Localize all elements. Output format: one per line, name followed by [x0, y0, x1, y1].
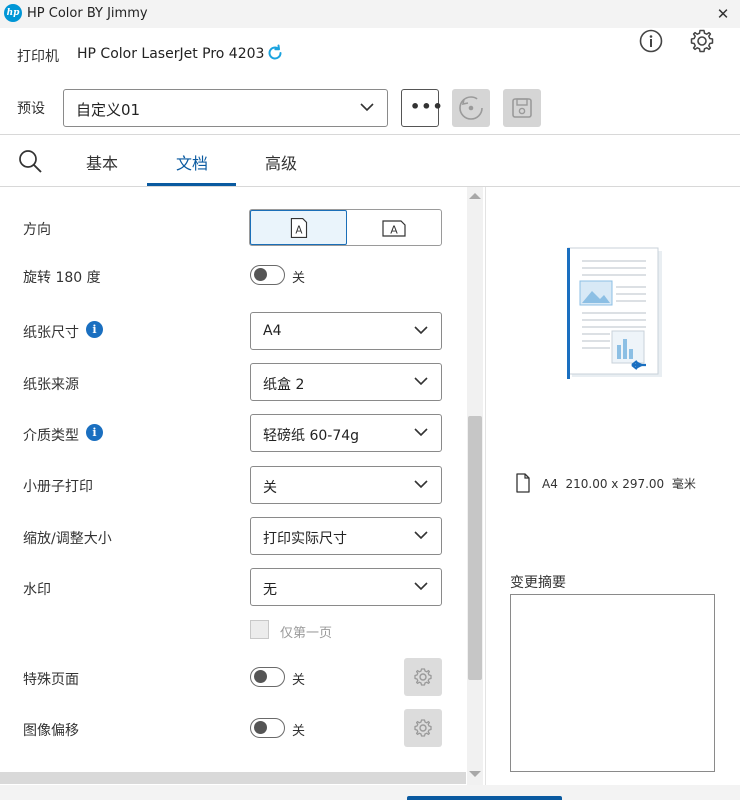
- hp-logo-icon: hp: [4, 4, 22, 22]
- orientation-portrait-button[interactable]: A: [250, 210, 347, 245]
- printer-label: 打印机: [17, 49, 59, 65]
- printer-name: HP Color LaserJet Pro 4203: [77, 46, 265, 62]
- pane-divider: [485, 187, 486, 785]
- chevron-down-icon: [414, 582, 428, 591]
- svg-text:A: A: [295, 225, 302, 237]
- tabs-divider: [0, 186, 740, 187]
- chevron-down-icon: [414, 377, 428, 386]
- paper-size-value: A4: [263, 323, 282, 339]
- paper-size-dimensions: 210.00 x 297.00: [565, 477, 665, 491]
- gear-icon: [414, 668, 432, 686]
- scale-value: 打印实际尺寸: [263, 531, 347, 547]
- watermark-value: 无: [263, 582, 277, 598]
- page-preview-icon: [567, 247, 662, 379]
- scroll-up-arrow-icon[interactable]: [469, 193, 481, 199]
- booklet-value: 关: [263, 480, 277, 496]
- save-icon: [512, 98, 532, 118]
- chevron-down-icon: [414, 531, 428, 540]
- paper-page-icon: [516, 473, 530, 493]
- booklet-dropdown[interactable]: 关: [250, 466, 442, 504]
- image-shift-label: 图像偏移: [23, 723, 79, 739]
- paper-size-unit: 毫米: [671, 477, 696, 491]
- horizontal-scrollbar[interactable]: [0, 772, 466, 784]
- special-pages-label: 特殊页面: [23, 672, 79, 688]
- chevron-down-icon: [414, 326, 428, 335]
- toggle-knob: [254, 721, 267, 734]
- media-type-info-icon[interactable]: i: [86, 424, 103, 441]
- image-shift-state: 关: [292, 724, 306, 739]
- toggle-knob: [254, 268, 267, 281]
- paper-source-dropdown[interactable]: 纸盒 2: [250, 363, 442, 401]
- preset-dropdown[interactable]: 自定义01: [63, 89, 388, 127]
- scroll-down-arrow-icon[interactable]: [469, 771, 481, 777]
- tab-basic[interactable]: 基本: [86, 150, 118, 174]
- save-preset-button[interactable]: [503, 89, 541, 127]
- reset-preset-button[interactable]: [452, 89, 490, 127]
- more-options-button[interactable]: •••: [401, 89, 443, 127]
- more-dots-icon: •••: [410, 97, 444, 116]
- paper-size-info-icon[interactable]: i: [86, 321, 103, 338]
- paper-size-code: A4: [542, 477, 558, 491]
- special-pages-settings-button[interactable]: [404, 658, 442, 696]
- rotate-toggle[interactable]: [250, 265, 285, 285]
- chevron-down-icon: [414, 428, 428, 437]
- header-divider: [0, 134, 740, 135]
- paper-size-dropdown[interactable]: A4: [250, 312, 442, 350]
- rotate-label: 旋转 180 度: [23, 270, 101, 286]
- special-pages-toggle[interactable]: [250, 667, 285, 687]
- search-icon[interactable]: [17, 148, 43, 174]
- paper-source-value: 纸盒 2: [263, 377, 305, 393]
- scrollbar-thumb[interactable]: [468, 416, 482, 680]
- tab-advanced[interactable]: 高级: [265, 150, 297, 174]
- tab-document[interactable]: 文档: [176, 150, 208, 174]
- bottom-bar: [0, 785, 740, 800]
- booklet-label: 小册子打印: [23, 479, 93, 495]
- window-title: HP Color BY Jimmy: [27, 6, 148, 21]
- restore-icon: [459, 96, 483, 120]
- media-type-label: 介质类型: [23, 428, 79, 444]
- chevron-down-icon: [414, 480, 428, 489]
- orientation-landscape-button[interactable]: A: [347, 210, 441, 245]
- settings-gear-icon[interactable]: [689, 28, 715, 54]
- preset-value: 自定义01: [76, 101, 141, 119]
- paper-size-summary: A4 210.00 x 297.00 毫米: [542, 475, 696, 492]
- paper-source-label: 纸张来源: [23, 377, 79, 393]
- rotate-state: 关: [292, 271, 306, 286]
- close-button[interactable]: ✕: [712, 3, 734, 25]
- chevron-down-icon: [360, 103, 374, 112]
- orientation-toggle-group: A A: [249, 209, 442, 246]
- toggle-knob: [254, 670, 267, 683]
- image-shift-settings-button[interactable]: [404, 709, 442, 747]
- title-bar: hp HP Color BY Jimmy ✕: [0, 0, 740, 28]
- special-pages-state: 关: [292, 673, 306, 688]
- primary-button-edge[interactable]: [407, 796, 562, 800]
- first-page-only-label: 仅第一页: [280, 626, 333, 641]
- change-summary-box: [510, 594, 715, 772]
- media-type-value: 轻磅纸 60-74g: [263, 428, 360, 444]
- svg-text:A: A: [390, 224, 398, 237]
- image-shift-toggle[interactable]: [250, 718, 285, 738]
- scale-dropdown[interactable]: 打印实际尺寸: [250, 517, 442, 555]
- gear-icon: [414, 719, 432, 737]
- landscape-page-icon: A: [382, 220, 406, 237]
- change-summary-label: 变更摘要: [510, 575, 566, 591]
- first-page-only-checkbox[interactable]: [250, 620, 269, 639]
- portrait-page-icon: A: [290, 217, 308, 238]
- preset-label: 预设: [17, 101, 45, 117]
- refresh-icon[interactable]: [265, 43, 285, 63]
- paper-size-label: 纸张尺寸: [23, 325, 79, 341]
- orientation-label: 方向: [23, 222, 51, 238]
- media-type-dropdown[interactable]: 轻磅纸 60-74g: [250, 414, 442, 452]
- scale-label: 缩放/调整大小: [23, 531, 112, 547]
- watermark-dropdown[interactable]: 无: [250, 568, 442, 606]
- info-icon[interactable]: [638, 28, 664, 54]
- watermark-label: 水印: [23, 582, 51, 598]
